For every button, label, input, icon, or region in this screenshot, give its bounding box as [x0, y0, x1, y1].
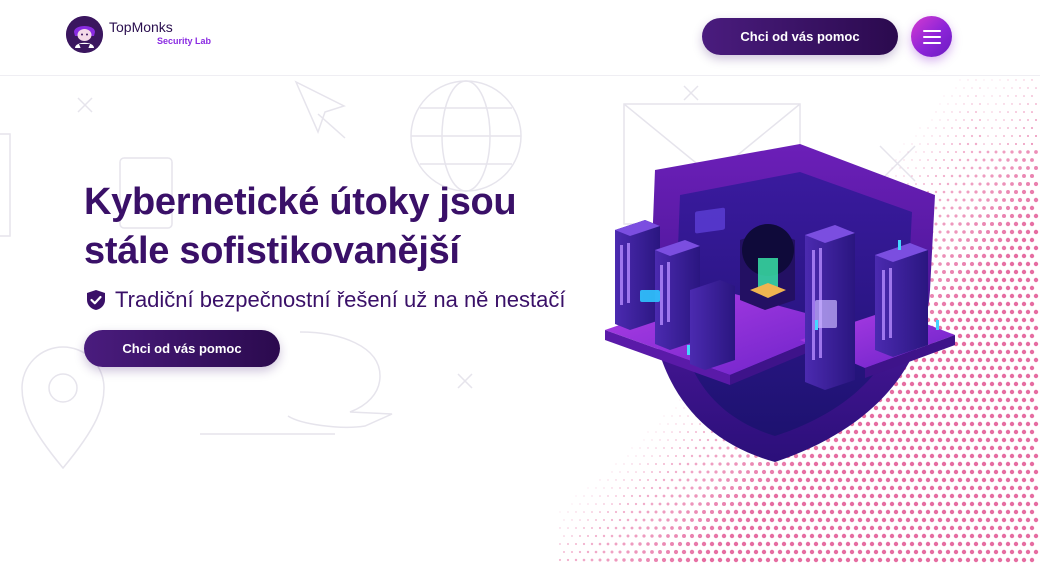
- hero-title: Kybernetické útoky jsou stále sofistikov…: [84, 178, 604, 276]
- menu-button[interactable]: [911, 16, 952, 57]
- logo-text: TopMonks Security Lab: [109, 16, 219, 52]
- hero-subtitle-text: Tradiční bezpečnostní řešení už na ně ne…: [115, 287, 566, 312]
- hero-section: Kybernetické útoky jsou stále sofistikov…: [84, 178, 604, 367]
- hero-title-line-2: stále sofistikovanější: [84, 230, 460, 272]
- hero-subtitle: Tradiční bezpečnostní řešení už na ně ne…: [84, 287, 604, 313]
- security-city-illustration: [605, 144, 955, 462]
- hero-help-button[interactable]: Chci od vás pomoc: [84, 330, 280, 367]
- site-header: TopMonks Security Lab Chci od vás pomoc: [0, 0, 1040, 76]
- logo[interactable]: TopMonks Security Lab: [66, 15, 219, 53]
- shield-check-icon: [87, 290, 105, 310]
- brand-name: TopMonks: [109, 19, 173, 35]
- hero-title-line-1: Kybernetické útoky jsou: [84, 181, 517, 223]
- monk-logo-icon: [66, 15, 103, 53]
- header-help-button[interactable]: Chci od vás pomoc: [702, 18, 898, 55]
- hamburger-icon: [922, 29, 941, 44]
- brand-subtitle: Security Lab: [157, 36, 212, 46]
